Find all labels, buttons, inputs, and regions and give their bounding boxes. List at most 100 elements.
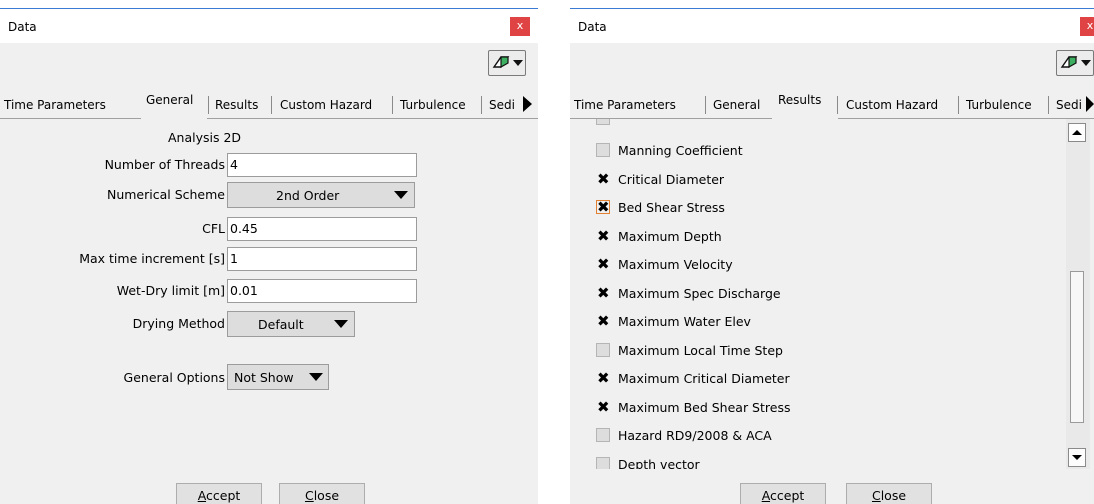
accept-button[interactable]: Accept — [740, 483, 826, 504]
list-item-label: Depth vector — [618, 456, 700, 470]
checkbox[interactable]: ✖ — [596, 169, 610, 188]
close-label: lose — [313, 488, 340, 503]
check-x-icon: ✖ — [597, 169, 610, 188]
general-options-label: General Options — [123, 370, 225, 385]
data-dialog-left: Data x Time Parameters General Results C… — [0, 8, 538, 504]
accept-button[interactable]: Accept — [176, 483, 262, 504]
button-row: Accept Close — [570, 483, 1094, 504]
list-item-label: Maximum Velocity — [618, 257, 733, 272]
scroll-up-icon[interactable] — [1068, 123, 1086, 142]
wetdry-input[interactable]: 0.01 — [227, 279, 417, 303]
checkbox[interactable]: ✖ — [596, 227, 610, 245]
tab-scroll-right-icon[interactable] — [521, 94, 533, 114]
close-button[interactable]: Close — [846, 483, 932, 504]
tab-separator — [271, 96, 272, 114]
tab-general[interactable]: General — [146, 93, 193, 107]
tab-results[interactable]: Results — [778, 93, 821, 107]
list-item-label: Critical Diameter — [618, 171, 725, 187]
tab-time-parameters[interactable]: Time Parameters — [4, 98, 106, 112]
check-x-icon: ✖ — [597, 283, 610, 302]
tab-strip: Time Parameters General Results Custom H… — [0, 90, 538, 119]
title-bar: Data x — [570, 9, 1094, 43]
accept-mnemonic: A — [761, 488, 771, 503]
scheme-dropdown[interactable]: 2nd Order — [227, 182, 415, 208]
close-mnemonic: C — [871, 488, 881, 503]
accept-label: ccept — [770, 488, 805, 503]
threads-input[interactable]: 4 — [227, 153, 417, 177]
drying-dropdown[interactable]: Default — [227, 311, 355, 337]
cfl-label: CFL — [202, 221, 225, 236]
list-item-label: Maximum Spec Discharge — [618, 285, 781, 301]
accept-mnemonic: A — [197, 488, 207, 503]
general-options-value: Not Show — [234, 370, 294, 385]
dropdown-arrow-icon — [1081, 60, 1091, 66]
cfl-input[interactable]: 0.45 — [227, 217, 417, 241]
tab-sediment[interactable]: Sedi — [489, 98, 521, 112]
max-time-label: Max time increment [s] — [79, 251, 225, 266]
analysis-label: Analysis 2D — [168, 130, 242, 145]
threads-label: Number of Threads — [104, 157, 225, 172]
list-item-label: Hazard RD9/2008 & ACA — [618, 428, 772, 443]
scroll-down-icon[interactable] — [1068, 448, 1086, 467]
tab-sediment[interactable]: Sedi — [1056, 98, 1086, 112]
data-dialog-right: Data x Time Parameters General Results C… — [570, 8, 1094, 504]
check-x-icon: ✖ — [597, 369, 610, 387]
checkbox[interactable]: ✖ — [596, 397, 610, 416]
list-item-label: Maximum Local Time Step — [618, 342, 783, 358]
results-panel: Manning Coefficient ✖ Critical Diameter ✖ Be… — [570, 119, 1094, 504]
chevron-down-icon — [309, 373, 323, 381]
drying-value: Default — [258, 317, 304, 332]
tab-separator — [837, 96, 838, 114]
check-x-icon: ✖ — [597, 255, 610, 273]
checkbox[interactable] — [596, 342, 610, 357]
tab-separator — [208, 96, 209, 114]
tab-results[interactable]: Results — [215, 98, 258, 112]
scheme-label: Numerical Scheme — [106, 187, 225, 202]
checkbox[interactable] — [596, 119, 610, 125]
max-time-input[interactable]: 1 — [227, 247, 417, 271]
general-panel: Analysis 2D Number of Threads 4 Numerica… — [0, 119, 538, 504]
close-icon[interactable]: x — [1080, 17, 1094, 36]
checkbox[interactable]: ✖ — [596, 255, 610, 273]
tab-separator — [705, 96, 706, 114]
chevron-down-icon — [394, 191, 408, 199]
tab-general[interactable]: General — [713, 98, 760, 112]
tab-time-parameters[interactable]: Time Parameters — [574, 98, 676, 112]
scrollbar-thumb[interactable] — [1070, 271, 1084, 423]
checkbox[interactable] — [596, 456, 610, 469]
title-bar: Data x — [0, 9, 538, 43]
eraser-menu-button[interactable] — [1056, 50, 1094, 76]
general-options-dropdown[interactable]: Not Show — [227, 364, 329, 390]
list-item-label: Bed Shear Stress — [618, 200, 725, 215]
checkbox[interactable] — [596, 428, 610, 442]
close-mnemonic: C — [304, 488, 314, 503]
close-button[interactable]: Close — [279, 483, 365, 504]
checkbox[interactable]: ✖ — [596, 312, 610, 330]
list-item-label: Maximum Water Elev — [618, 314, 751, 329]
check-x-icon: ✖ — [597, 397, 610, 416]
tab-turbulence[interactable]: Turbulence — [966, 98, 1032, 112]
check-x-icon: ✖ — [597, 312, 610, 330]
tab-custom-hazard[interactable]: Custom Hazard — [846, 98, 938, 112]
tab-custom-hazard[interactable]: Custom Hazard — [280, 98, 372, 112]
tab-strip: Time Parameters General Results Custom H… — [570, 90, 1094, 119]
dropdown-arrow-icon — [513, 60, 523, 66]
window-title: Data — [578, 20, 607, 34]
window-title: Data — [8, 20, 37, 34]
eraser-icon — [1060, 56, 1091, 69]
close-icon[interactable]: x — [510, 17, 530, 36]
results-checklist: Manning Coefficient ✖ Critical Diameter ✖ Be… — [570, 119, 1066, 469]
eraser-menu-button[interactable] — [488, 50, 526, 76]
tab-separator — [958, 96, 959, 114]
vertical-scrollbar[interactable] — [1066, 119, 1090, 469]
tab-scroll-right-icon[interactable] — [1085, 94, 1094, 114]
checkbox[interactable]: ✖ — [596, 369, 610, 387]
list-item-label: Maximum Bed Shear Stress — [618, 399, 791, 415]
list-item-label: Manning Coefficient — [618, 143, 743, 158]
checkbox[interactable]: ✖ — [596, 283, 610, 302]
checkbox[interactable]: ✖ — [596, 198, 610, 216]
checkbox[interactable] — [596, 143, 610, 157]
scheme-value: 2nd Order — [276, 188, 340, 203]
tab-turbulence[interactable]: Turbulence — [400, 98, 466, 112]
close-label: lose — [880, 488, 907, 503]
